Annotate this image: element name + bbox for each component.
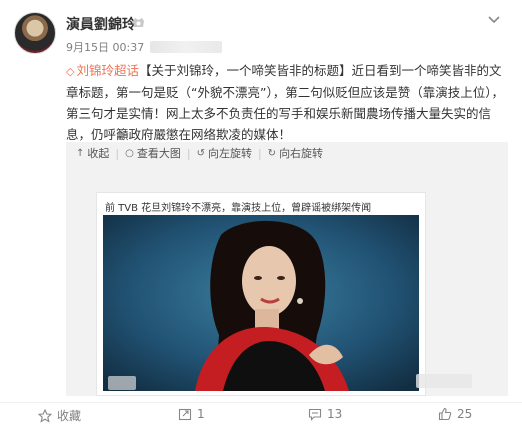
repost-button[interactable]: 1 — [178, 407, 205, 421]
verified-badge-icon — [133, 18, 144, 27]
rotate-left-button[interactable]: ↺ 向左旋转 — [197, 145, 252, 161]
view-large-label: 查看大图 — [136, 147, 181, 160]
portrait-photo — [103, 215, 419, 391]
topic-icon: ◇ — [66, 65, 75, 78]
star-icon — [38, 408, 52, 423]
username[interactable]: 演員劉錦玲 — [66, 14, 136, 34]
post-meta: 9月15日 00:37 — [66, 39, 223, 55]
post-body: ◇ 刘锦玲超话【关于刘锦玲，一个啼笑皆非的标题】近日看到一个啼笑皆非的文章标题，第… — [66, 60, 506, 145]
image-caption: 前 TVB 花旦刘锦玲不漂亮，靠演技上位，曾辟谣被绑架传闻 — [105, 203, 372, 214]
topic-link[interactable]: 刘锦玲超话 — [76, 63, 139, 78]
like-button[interactable]: 25 — [438, 407, 472, 421]
media-expanded: ↑ 收起 | ○ 查看大图 | ↺ 向左旋转 | ↻ 向右旋转 前 TVB 花旦… — [66, 142, 508, 396]
chevron-down-icon[interactable] — [486, 14, 502, 26]
comment-icon — [308, 408, 322, 421]
like-count: 25 — [457, 407, 473, 421]
divider: | — [257, 146, 262, 160]
thumbs-up-icon — [438, 407, 452, 421]
action-bar: 收藏 1 13 25 — [0, 402, 522, 424]
divider: | — [186, 146, 191, 160]
blurred-watermark — [108, 376, 136, 390]
blurred-watermark — [416, 374, 472, 388]
avatar[interactable] — [14, 12, 56, 54]
post-timestamp[interactable]: 9月15日 00:37 — [66, 39, 144, 55]
portrait-illustration — [103, 215, 419, 391]
rotate-left-label: 向左旋转 — [207, 147, 252, 160]
collapse-icon: ↑ — [76, 147, 85, 159]
rotate-left-icon: ↺ — [196, 147, 205, 159]
magnifier-icon: ○ — [125, 147, 134, 159]
divider: | — [115, 146, 120, 160]
expanded-image[interactable]: 前 TVB 花旦刘锦玲不漂亮，靠演技上位，曾辟谣被绑架传闻 — [96, 192, 426, 396]
source-blurred — [150, 41, 223, 53]
view-large-button[interactable]: ○ 查看大图 — [125, 145, 181, 161]
rotate-right-label: 向右旋转 — [279, 147, 324, 160]
repost-count: 1 — [197, 407, 205, 421]
weibo-post-card: 演員劉錦玲 9月15日 00:37 ◇ 刘锦玲超话【关于刘锦玲，一个啼笑皆非的标题… — [0, 0, 522, 424]
comment-button[interactable]: 13 — [308, 407, 342, 421]
rotate-right-button[interactable]: ↻ 向右旋转 — [268, 145, 323, 161]
favorite-label: 收藏 — [57, 409, 82, 423]
collapse-button[interactable]: ↑ 收起 — [76, 145, 109, 161]
favorite-button[interactable]: 收藏 — [38, 407, 81, 424]
rotate-right-icon: ↻ — [267, 147, 277, 159]
repost-icon — [178, 408, 192, 421]
media-toolbar: ↑ 收起 | ○ 查看大图 | ↺ 向左旋转 | ↻ 向右旋转 — [66, 142, 508, 164]
comment-count: 13 — [327, 407, 343, 421]
collapse-label: 收起 — [87, 147, 110, 160]
